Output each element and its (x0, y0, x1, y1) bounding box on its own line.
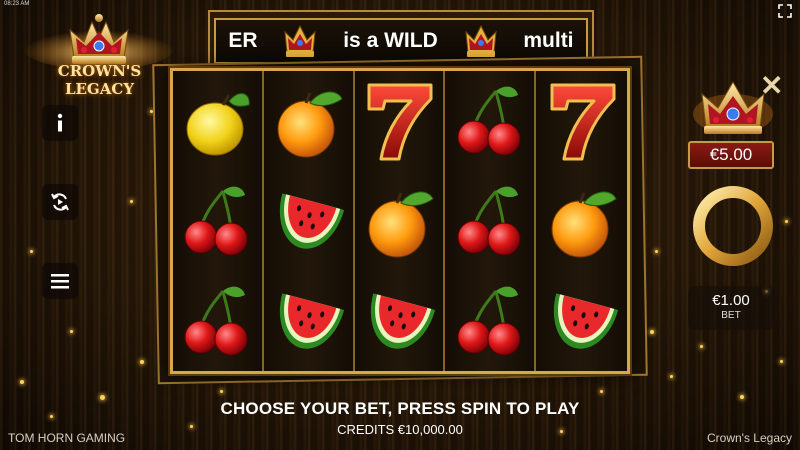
provider-name: TOM HORN GAMING (8, 431, 126, 445)
cherries-symbol (445, 71, 534, 171)
cherries-symbol (445, 171, 534, 271)
crown-icon (284, 24, 317, 57)
banner-segment: ER (228, 29, 258, 52)
close-feature-icon[interactable]: ✕ (760, 72, 783, 100)
autoplay-button[interactable] (42, 184, 78, 220)
bet-label: BET (721, 310, 741, 321)
info-button[interactable] (42, 105, 78, 141)
seven-symbol (536, 71, 627, 171)
reel-4 (445, 71, 537, 371)
crown-icon (464, 24, 497, 57)
reel-2 (263, 71, 355, 371)
status-clock: 08:23 AM (4, 1, 30, 7)
game-name: Crown's Legacy (707, 431, 792, 445)
crown-logo-icon (23, 14, 175, 70)
status-message: CHOOSE YOUR BET, PRESS SPIN TO PLAY (220, 399, 580, 418)
watermelon-symbol (536, 271, 627, 371)
reel-1 (173, 71, 264, 371)
menu-button[interactable] (42, 263, 78, 299)
spin-button[interactable] (690, 178, 776, 274)
seven-symbol (355, 71, 444, 171)
bet-selector[interactable]: €1.00 BET (688, 286, 774, 330)
reel-3 (354, 71, 446, 371)
lemon-symbol (173, 71, 262, 171)
autoplay-icon (51, 193, 69, 211)
reel-5 (536, 71, 628, 371)
watermelon-symbol (355, 271, 444, 371)
reel-grid (170, 68, 630, 374)
orange-symbol (355, 171, 444, 271)
cherries-symbol (173, 171, 262, 271)
orange-symbol (264, 71, 353, 171)
orange-symbol (536, 171, 627, 271)
banner-segment: is a WILD (343, 29, 438, 52)
info-icon (57, 113, 63, 132)
banner-segment: multi (523, 29, 574, 52)
fullscreen-icon[interactable] (778, 4, 792, 18)
hamburger-menu-icon (51, 274, 69, 289)
cherries-symbol (445, 271, 534, 371)
watermelon-symbol (264, 271, 353, 371)
bet-value: €1.00 (712, 292, 750, 309)
watermelon-symbol (264, 171, 353, 271)
cherries-symbol (173, 271, 262, 371)
feature-price-badge[interactable]: €5.00 (688, 141, 774, 169)
